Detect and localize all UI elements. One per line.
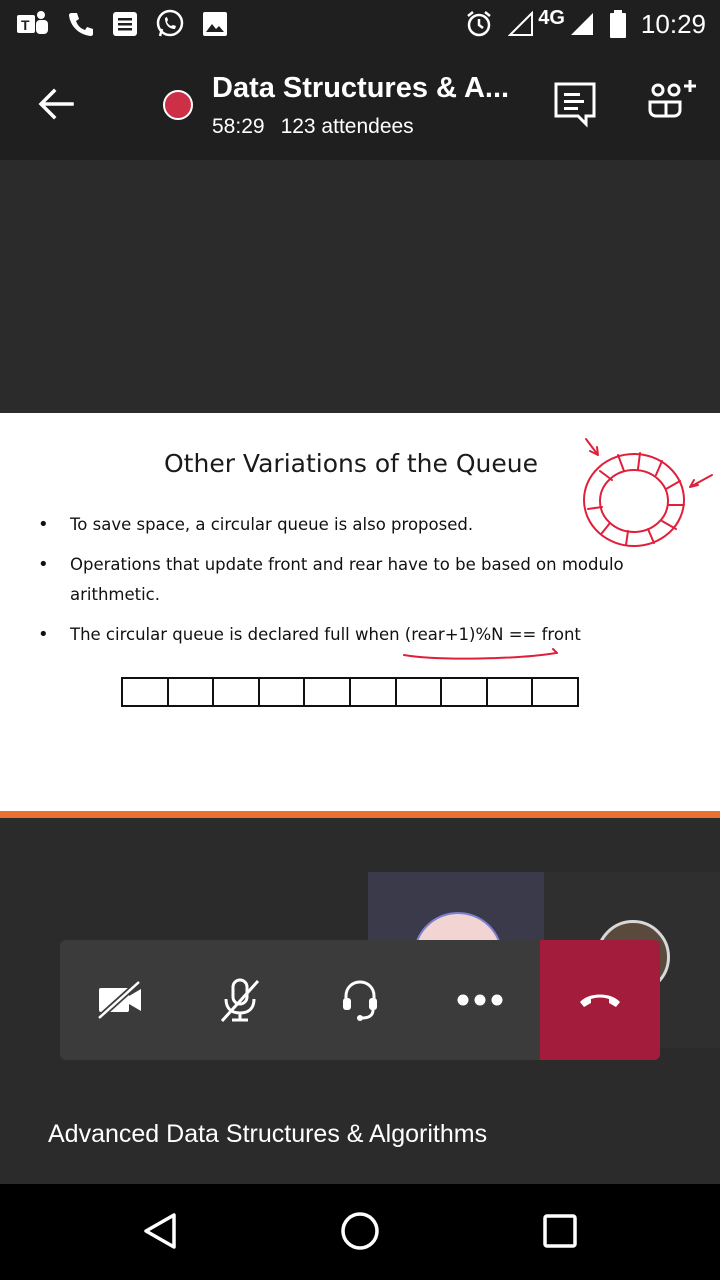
queue-cell	[260, 679, 306, 705]
back-triangle-icon	[144, 1213, 176, 1249]
message-icon	[110, 9, 140, 39]
battery-icon	[609, 9, 627, 39]
camera-toggle-button[interactable]	[60, 940, 180, 1060]
signal-icon	[569, 11, 595, 37]
ink-arrow-right	[689, 474, 713, 488]
network-type: 4G	[538, 6, 565, 29]
recording-indicator	[163, 90, 193, 120]
queue-cell	[533, 679, 577, 705]
gallery-icon	[200, 9, 230, 39]
teams-meeting-screen: T 4G 10:29 Data Structures & A... 58:29 …	[0, 0, 720, 1280]
nav-recents-button[interactable]	[535, 1206, 585, 1256]
signal-icon	[508, 11, 534, 37]
meeting-duration: 58:29	[212, 115, 265, 138]
slide-bullet: The circular queue is declared full when…	[38, 620, 630, 650]
whatsapp-icon	[154, 8, 186, 40]
status-bar: T 4G 10:29	[0, 0, 720, 48]
hang-up-button[interactable]	[540, 940, 660, 1060]
add-people-icon	[648, 80, 696, 118]
meeting-subtitle: 58:29 123 attendees	[212, 115, 430, 139]
alarm-icon	[464, 9, 494, 39]
queue-cell	[169, 679, 215, 705]
meeting-name: Advanced Data Structures & Algorithms	[48, 1120, 488, 1148]
queue-cell	[305, 679, 351, 705]
arrow-left-icon	[38, 88, 74, 120]
phone-icon	[66, 9, 96, 39]
add-participants-button[interactable]	[644, 78, 698, 126]
queue-array-diagram	[121, 677, 579, 707]
svg-text:T: T	[21, 17, 30, 33]
meeting-header: Data Structures & A... 58:29 123 attende…	[0, 48, 720, 160]
attendee-count: 123 attendees	[280, 115, 414, 138]
chat-icon	[554, 82, 596, 128]
mic-toggle-button[interactable]	[180, 940, 300, 1060]
call-controls	[60, 940, 660, 1060]
avatar	[413, 912, 503, 942]
audio-device-button[interactable]	[300, 940, 420, 1060]
queue-cell	[397, 679, 443, 705]
slide-accent-bar	[0, 811, 720, 818]
mic-off-icon	[220, 978, 260, 1023]
more-icon	[457, 994, 503, 1006]
back-button[interactable]	[34, 82, 78, 126]
queue-cell	[442, 679, 488, 705]
nav-back-button[interactable]	[135, 1206, 185, 1256]
chat-button[interactable]	[552, 80, 598, 128]
teams-icon: T	[16, 9, 52, 39]
headset-icon	[343, 980, 377, 1021]
clock: 10:29	[640, 8, 706, 39]
queue-cell	[488, 679, 534, 705]
queue-cell	[351, 679, 397, 705]
queue-cell	[214, 679, 260, 705]
video-off-icon	[96, 980, 142, 1020]
slide-title: Other Variations of the Queue	[164, 449, 538, 478]
home-circle-icon	[341, 1212, 379, 1250]
slide-bullet: To save space, a circular queue is also …	[38, 510, 630, 540]
system-nav-bar	[0, 1184, 720, 1280]
more-options-button[interactable]	[420, 940, 540, 1060]
meeting-title[interactable]: Data Structures & A...	[212, 72, 522, 105]
slide-bullet: Operations that update front and rear ha…	[38, 550, 625, 610]
hang-up-icon	[580, 994, 620, 1007]
ink-underline	[403, 648, 558, 660]
participant-tile[interactable]	[368, 872, 544, 942]
ink-arrow-top	[585, 438, 599, 456]
recents-square-icon	[543, 1214, 577, 1248]
presentation-slide: Other Variations of the Queue To save sp…	[0, 413, 720, 811]
queue-cell	[123, 679, 169, 705]
nav-home-button[interactable]	[335, 1206, 385, 1256]
